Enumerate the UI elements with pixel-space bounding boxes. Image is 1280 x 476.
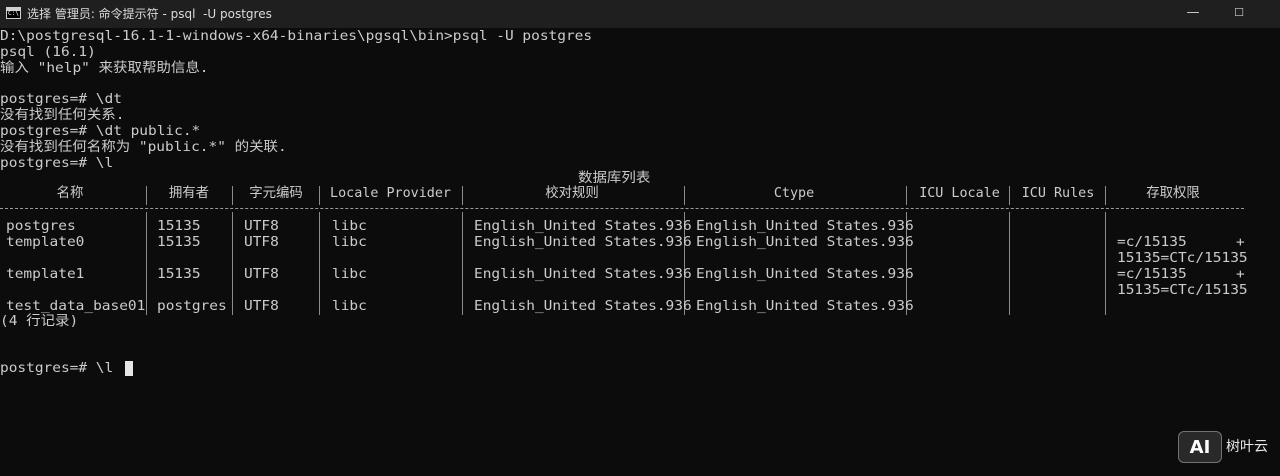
watermark-logo: AI 树叶云 <box>1178 429 1276 467</box>
column-divider <box>319 186 320 205</box>
table-row-count: (4 行记录) <box>0 314 79 329</box>
terminal-output[interactable]: D:\postgresql-16.1-1-windows-x64-binarie… <box>0 29 1280 476</box>
column-header-locale-provider: Locale Provider <box>330 186 451 201</box>
table-cell-access: =c/15135 <box>1117 267 1187 282</box>
table-cell-access-continuation: + <box>1236 235 1245 250</box>
table-cell-access: 15135=CTc/15135 <box>1117 283 1248 298</box>
column-divider <box>319 212 320 315</box>
table-cell-collate: English_United States.936 <box>474 219 692 234</box>
table-cell-ctype: English_United States.936 <box>696 235 914 250</box>
table-cell-access: 15135=CTc/15135 <box>1117 251 1248 266</box>
window-titlebar[interactable]: C:\ 选择 管理员: 命令提示符 - psql -U postgres — ☐… <box>0 0 1280 28</box>
close-button[interactable]: ✕ <box>1262 0 1280 28</box>
table-cell-encoding: UTF8 <box>244 219 279 234</box>
column-header-icu-rules: ICU Rules <box>1021 186 1095 201</box>
ai-logo-icon: AI <box>1178 431 1222 463</box>
command-prompt[interactable]: postgres=# \l <box>0 361 113 377</box>
column-header-icu-locale: ICU Locale <box>919 186 1000 201</box>
table-cell-name: template1 <box>6 267 85 282</box>
table-cell-provider: libc <box>332 235 367 250</box>
column-divider <box>232 212 233 315</box>
column-divider <box>232 186 233 205</box>
column-divider <box>1105 186 1106 205</box>
maximize-button[interactable]: ☐ <box>1216 0 1262 28</box>
column-divider <box>146 186 147 205</box>
table-cell-ctype: English_United States.936 <box>696 267 914 282</box>
column-header-access: 存取权限 <box>1146 186 1200 201</box>
terminal-line: 输入 "help" 来获取帮助信息. <box>0 61 209 76</box>
table-cell-ctype: English_United States.936 <box>696 219 914 234</box>
table-caption: 数据库列表 <box>578 171 651 186</box>
terminal-line: 没有找到任何名称为 "public.*" 的关联. <box>0 140 287 155</box>
terminal-line: postgres=# \l <box>0 156 114 171</box>
table-cell-owner: 15135 <box>157 267 201 282</box>
table-cell-collate: English_United States.936 <box>474 267 692 282</box>
table-cell-name: postgres <box>6 219 76 234</box>
column-divider <box>684 186 685 205</box>
table-cell-encoding: UTF8 <box>244 299 279 314</box>
column-divider <box>1009 212 1010 315</box>
column-header-name: 名称 <box>56 186 84 201</box>
table-cell-owner: 15135 <box>157 219 201 234</box>
column-header-ctype: Ctype <box>773 186 815 201</box>
table-cell-owner: 15135 <box>157 235 201 250</box>
cmd-icon-text: C:\ <box>8 10 19 17</box>
table-cell-owner: postgres <box>157 299 227 314</box>
table-header-separator <box>0 208 1244 209</box>
table-cell-provider: libc <box>332 299 367 314</box>
watermark-text: 树叶云 <box>1226 439 1268 455</box>
table-cell-ctype: English_United States.936 <box>696 299 914 314</box>
column-header-owner: 拥有者 <box>168 186 210 201</box>
terminal-line: postgres=# \dt <box>0 92 122 107</box>
terminal-line: psql (16.1) <box>0 45 96 60</box>
minimize-button[interactable]: — <box>1170 0 1216 28</box>
table-cell-provider: libc <box>332 219 367 234</box>
text-cursor <box>125 361 133 376</box>
column-divider <box>1105 212 1106 315</box>
table-cell-access-continuation: + <box>1236 267 1245 282</box>
column-header-collate: 校对规则 <box>545 186 599 201</box>
terminal-line: postgres=# \dt public.* <box>0 124 201 139</box>
table-cell-provider: libc <box>332 267 367 282</box>
table-cell-name: template0 <box>6 235 85 250</box>
table-cell-collate: English_United States.936 <box>474 299 692 314</box>
table-cell-encoding: UTF8 <box>244 235 279 250</box>
column-divider <box>146 212 147 315</box>
column-divider <box>462 186 463 205</box>
table-cell-encoding: UTF8 <box>244 267 279 282</box>
terminal-line: 没有找到任何关系. <box>0 108 125 123</box>
table-cell-access: =c/15135 <box>1117 235 1187 250</box>
column-header-encoding: 字元编码 <box>249 186 303 201</box>
column-divider <box>462 212 463 315</box>
table-cell-collate: English_United States.936 <box>474 235 692 250</box>
cmd-app-icon: C:\ <box>6 7 21 19</box>
column-divider <box>1009 186 1010 205</box>
column-divider <box>906 186 907 205</box>
terminal-line: D:\postgresql-16.1-1-windows-x64-binarie… <box>0 29 593 44</box>
table-cell-name: test_data_base01 <box>6 299 146 314</box>
window-title: 选择 管理员: 命令提示符 - psql -U postgres <box>27 7 272 21</box>
